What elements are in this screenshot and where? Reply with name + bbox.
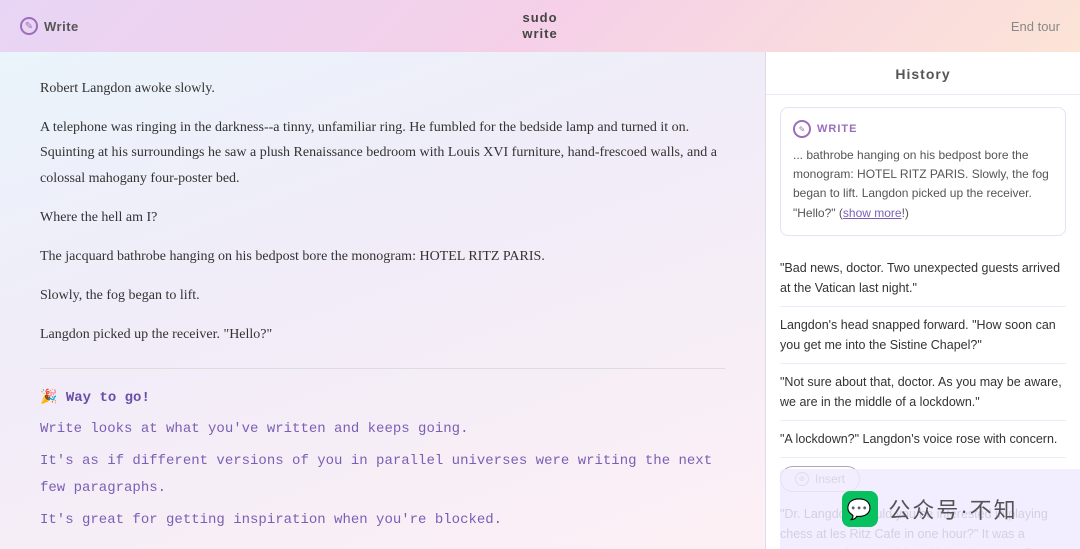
write-card-header: ✎ WRITE: [793, 120, 1053, 138]
history-entry-3: "Not sure about that, doctor. As you may…: [780, 364, 1066, 421]
write-logo-icon: ✎: [20, 17, 38, 35]
history-title: History: [895, 66, 950, 82]
write-card-label: WRITE: [817, 123, 857, 135]
paragraph-3: Where the hell am I?: [40, 205, 725, 230]
navbar: ✎ Write sudo write End tour: [0, 0, 1080, 52]
navbar-write: write: [522, 26, 557, 41]
write-card-icon: ✎: [793, 120, 811, 138]
navbar-write-label[interactable]: Write: [44, 19, 79, 34]
write-card-text: ... bathrobe hanging on his bedpost bore…: [793, 146, 1053, 223]
write-card: ✎ WRITE ... bathrobe hanging on his bedp…: [780, 107, 1066, 236]
navbar-title: sudo write: [522, 10, 557, 41]
editor-panel: Robert Langdon awoke slowly. A telephone…: [0, 52, 765, 549]
suggestion-bold: Next, scroll through the Write suggestio…: [40, 544, 725, 549]
suggestion-title: 🎉 Way to go!: [40, 389, 725, 406]
end-tour-button[interactable]: End tour: [1011, 19, 1060, 34]
history-entries-group1: "Bad news, doctor. Two unexpected guests…: [780, 250, 1066, 458]
paragraph-5: Slowly, the fog began to lift.: [40, 283, 725, 308]
suggestion-section: 🎉 Way to go! Write looks at what you've …: [40, 389, 725, 549]
history-entry-1: "Bad news, doctor. Two unexpected guests…: [780, 250, 1066, 307]
suggestion-line-1: Write looks at what you've written and k…: [40, 416, 725, 443]
suggestion-line-2: It's as if different versions of you in …: [40, 448, 725, 501]
watermark-icon: 💬: [842, 491, 878, 527]
paragraph-1: Robert Langdon awoke slowly.: [40, 76, 725, 101]
history-entry-2: Langdon's head snapped forward. "How soo…: [780, 307, 1066, 364]
show-more-suffix: !: [902, 206, 905, 220]
watermark-text: 公众号·不知: [888, 493, 1017, 525]
watermark: 💬 公众号·不知: [780, 469, 1080, 549]
navbar-center: sudo write: [522, 10, 557, 41]
suggestion-line-3: It's great for getting inspiration when …: [40, 507, 725, 534]
write-card-body: ... bathrobe hanging on his bedpost bore…: [793, 148, 1049, 220]
divider: [40, 368, 725, 369]
history-entry-4: "A lockdown?" Langdon's voice rose with …: [780, 421, 1066, 458]
editor-text: Robert Langdon awoke slowly. A telephone…: [40, 76, 725, 348]
show-more-link[interactable]: show more: [843, 206, 902, 220]
navbar-logo: ✎ Write: [20, 17, 79, 35]
paragraph-6: Langdon picked up the receiver. "Hello?": [40, 322, 725, 347]
paragraph-4: The jacquard bathrobe hanging on his bed…: [40, 244, 725, 269]
navbar-sudo: sudo: [522, 10, 557, 25]
paragraph-2: A telephone was ringing in the darkness-…: [40, 115, 725, 191]
history-header: History: [766, 52, 1080, 95]
